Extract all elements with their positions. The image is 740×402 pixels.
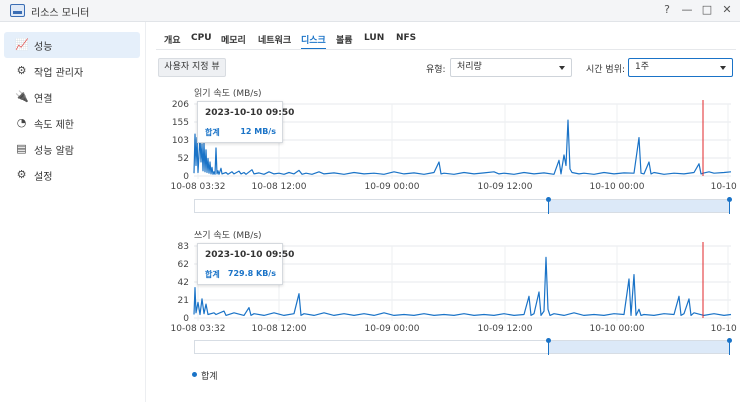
write-chart-x-tick-label: 10-10 1 bbox=[711, 324, 738, 334]
time-range-select-value: 1주 bbox=[635, 62, 650, 72]
navigator-left-handle[interactable] bbox=[546, 197, 551, 214]
close-button[interactable]: ✕ bbox=[720, 3, 734, 17]
tab-network[interactable]: 네트워크 bbox=[258, 33, 291, 46]
tooltip-series-label: 합계 bbox=[205, 270, 220, 279]
window-title: 리소스 모니터 bbox=[31, 8, 90, 19]
sidebar-item-performance[interactable]: 📈 성능 bbox=[4, 32, 140, 58]
performance-chart-icon: 📈 bbox=[15, 38, 29, 51]
sidebar-item-connections[interactable]: 🔌 연결 bbox=[4, 84, 140, 110]
sidebar: 📈 성능 ⚙ 작업 관리자 🔌 연결 ◔ 속도 제한 ▤ 성능 알람 ⚙ 설정 bbox=[0, 22, 146, 402]
navigator-selected-range[interactable] bbox=[548, 200, 729, 212]
read-chart-y-tick-label: 206 bbox=[172, 100, 189, 110]
write-chart-y-tick-label: 42 bbox=[178, 278, 189, 288]
navigator-right-handle[interactable] bbox=[727, 197, 732, 214]
read-chart-x-tick-label: 10-10 00:00 bbox=[590, 182, 645, 192]
speed-gauge-icon: ◔ bbox=[16, 116, 27, 129]
tab-overview[interactable]: 개요 bbox=[164, 33, 181, 46]
tab-lun[interactable]: LUN bbox=[364, 33, 384, 43]
sidebar-item-label: 성능 bbox=[34, 42, 53, 53]
navigator-left-handle[interactable] bbox=[546, 338, 551, 355]
minimize-button[interactable]: — bbox=[680, 3, 694, 17]
chevron-down-icon bbox=[559, 66, 565, 70]
read-chart-y-tick-label: 155 bbox=[172, 118, 189, 128]
tab-divider bbox=[156, 49, 736, 50]
sidebar-item-task-manager[interactable]: ⚙ 작업 관리자 bbox=[4, 58, 140, 84]
legend-label[interactable]: 합계 bbox=[201, 369, 218, 382]
title-bar: 리소스 모니터 ? — □ ✕ bbox=[0, 0, 740, 22]
maximize-button[interactable]: □ bbox=[700, 3, 714, 17]
write-chart-y-tick-label: 83 bbox=[178, 242, 189, 252]
tab-disk[interactable]: 디스크 bbox=[301, 33, 326, 50]
sidebar-item-label: 속도 제한 bbox=[34, 120, 74, 131]
write-chart-x-tick-label: 10-08 03:32 bbox=[171, 324, 226, 334]
write-chart-navigator[interactable] bbox=[194, 338, 732, 355]
gear-icon: ⚙ bbox=[16, 168, 27, 181]
task-manager-icon: ⚙ bbox=[16, 64, 27, 77]
tab-bar: 개요 CPU 메모리 네트워크 디스크 볼륨 LUN NFS bbox=[156, 30, 736, 50]
write-chart-x-tick-label: 10-09 00:00 bbox=[365, 324, 420, 334]
read-chart-x-tick-label: 10-08 12:00 bbox=[252, 182, 307, 192]
sidebar-item-label: 설정 bbox=[34, 172, 53, 183]
sidebar-item-label: 성능 알람 bbox=[34, 146, 74, 157]
read-chart-y-tick-label: 0 bbox=[183, 172, 189, 182]
tooltip-value: 729.8 KB/s bbox=[227, 269, 276, 278]
read-chart-x-tick-label: 10-09 00:00 bbox=[365, 182, 420, 192]
resource-monitor-app-icon bbox=[10, 4, 25, 17]
tooltip-series-label: 합계 bbox=[205, 128, 220, 137]
sidebar-item-label: 연결 bbox=[34, 94, 53, 105]
sidebar-item-label: 작업 관리자 bbox=[34, 68, 84, 79]
tab-nfs[interactable]: NFS bbox=[396, 33, 416, 43]
custom-view-button[interactable]: 사용자 지정 뷰 bbox=[158, 58, 226, 77]
write-chart-y-tick-label: 62 bbox=[178, 260, 189, 270]
type-label: 유형: bbox=[426, 65, 446, 75]
tab-memory[interactable]: 메모리 bbox=[221, 33, 246, 46]
sidebar-item-speed-limit[interactable]: ◔ 속도 제한 bbox=[4, 110, 140, 136]
read-chart-y-tick-label: 103 bbox=[172, 136, 189, 146]
time-range-label: 시간 범위: bbox=[586, 65, 626, 75]
plug-icon: 🔌 bbox=[15, 90, 29, 103]
read-chart-y-tick-label: 52 bbox=[178, 154, 189, 164]
type-select-value: 처리량 bbox=[457, 62, 482, 72]
write-chart-y-tick-label: 21 bbox=[178, 296, 189, 306]
sidebar-item-performance-alarm[interactable]: ▤ 성능 알람 bbox=[4, 136, 140, 162]
legend-marker bbox=[192, 372, 197, 377]
navigator-right-handle[interactable] bbox=[727, 338, 732, 355]
write-chart-x-tick-label: 10-08 12:00 bbox=[252, 324, 307, 334]
write-chart-tooltip: 2023-10-10 09:50 합계 729.8 KB/s bbox=[197, 243, 294, 285]
chevron-down-icon bbox=[720, 66, 726, 70]
time-range-select[interactable]: 1주 bbox=[628, 58, 733, 77]
type-select[interactable]: 처리량 bbox=[450, 58, 572, 77]
navigator-selected-range[interactable] bbox=[548, 341, 729, 353]
read-chart-x-tick-label: 10-08 03:32 bbox=[171, 182, 226, 192]
write-chart-x-tick-label: 10-10 00:00 bbox=[590, 324, 645, 334]
tooltip-time: 2023-10-10 09:50 bbox=[205, 108, 295, 118]
tab-volume[interactable]: 볼륨 bbox=[336, 33, 353, 46]
help-button[interactable]: ? bbox=[660, 3, 674, 17]
read-chart-navigator[interactable] bbox=[194, 197, 732, 214]
read-chart-x-tick-label: 10-10 1 bbox=[711, 182, 738, 192]
tooltip-time: 2023-10-10 09:50 bbox=[205, 250, 295, 260]
alarm-document-icon: ▤ bbox=[16, 142, 27, 155]
tab-cpu[interactable]: CPU bbox=[191, 33, 212, 43]
tooltip-value: 12 MB/s bbox=[240, 127, 276, 136]
write-chart-x-tick-label: 10-09 12:00 bbox=[478, 324, 533, 334]
sidebar-item-settings[interactable]: ⚙ 설정 bbox=[4, 162, 140, 188]
read-chart-x-tick-label: 10-09 12:00 bbox=[478, 182, 533, 192]
read-chart-tooltip: 2023-10-10 09:50 합계 12 MB/s bbox=[197, 101, 294, 143]
write-chart-y-tick-label: 0 bbox=[183, 314, 189, 324]
